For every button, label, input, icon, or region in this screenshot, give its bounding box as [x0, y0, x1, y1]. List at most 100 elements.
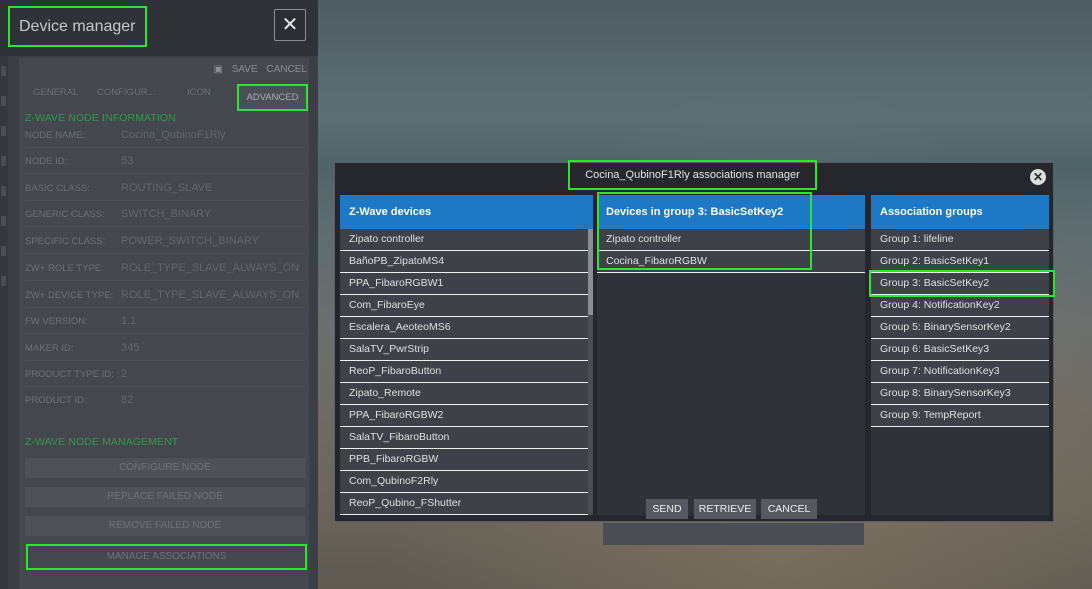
wrench-screwdriver-icon: ✕: [281, 14, 299, 36]
list-item[interactable]: BañoPB_ZipatoMS4: [340, 251, 588, 273]
nav-icon[interactable]: [1, 156, 6, 166]
list-item[interactable]: ReoP_FibaroButton: [340, 361, 588, 383]
list-item[interactable]: Group 5: BinarySensorKey2: [871, 317, 1049, 339]
info-row-basic-class: BASIC CLASS: ROUTING_SLAVE: [25, 179, 305, 199]
info-label: PRODUCT TYPE ID:: [25, 369, 114, 380]
retrieve-button[interactable]: RETRIEVE: [694, 499, 756, 519]
device-form: ▣ SAVE CANCEL GENERAL CONFIGUR... ICON A…: [19, 58, 309, 589]
divider: [25, 226, 305, 227]
zwave-devices-list: Z-Wave devices Zipato controller BañoPB_…: [340, 195, 593, 515]
scrollbar-thumb[interactable]: [588, 229, 593, 315]
list-item[interactable]: Zipato controller: [597, 229, 865, 251]
close-icon[interactable]: ✕: [1030, 169, 1046, 185]
configure-node-button[interactable]: CONFIGURE NODE: [25, 458, 305, 478]
info-row-device-type: ZW+ DEVICE TYPE: ROLE_TYPE_SLAVE_ALWAYS_…: [25, 286, 305, 306]
tab-general[interactable]: GENERAL: [33, 87, 78, 98]
association-groups-list: Association groups Group 1: lifeline Gro…: [871, 195, 1049, 515]
nav-icon[interactable]: [1, 96, 6, 106]
cancel-button[interactable]: CANCEL: [761, 499, 817, 519]
info-label: PRODUCT ID:: [25, 395, 87, 406]
list-item[interactable]: PPA_FibaroRGBW2: [340, 405, 588, 427]
nav-icon[interactable]: [1, 126, 6, 136]
info-row-specific-class: SPECIFIC CLASS: POWER_SWITCH_BINARY: [25, 232, 305, 252]
list-item[interactable]: Group 8: BinarySensorKey3: [871, 383, 1049, 405]
list-item[interactable]: Group 2: BasicSetKey1: [871, 251, 1049, 273]
divider: [25, 333, 305, 334]
info-label: NODE NAME:: [25, 130, 86, 141]
list-item[interactable]: PPB_FibaroRGBW: [340, 449, 588, 471]
info-value: ROLE_TYPE_SLAVE_ALWAYS_ON: [121, 262, 300, 274]
info-value: 2: [121, 368, 128, 380]
list-item[interactable]: Zipato controller: [340, 229, 588, 251]
page-title: Device manager: [8, 6, 147, 47]
divider: [25, 360, 305, 361]
info-value: SWITCH_BINARY: [121, 208, 212, 220]
info-row-role-type: ZW+ ROLE TYPE: ROLE_TYPE_SLAVE_ALWAYS_ON: [25, 259, 305, 279]
info-row-node-id: NODE ID: 53: [25, 152, 305, 172]
info-row-product-id: PRODUCT ID: 82: [25, 391, 305, 411]
info-value: 345: [121, 342, 140, 354]
list-item[interactable]: Escalera_AeoteoMS6: [340, 317, 588, 339]
tab-configuration[interactable]: CONFIGUR...: [97, 87, 156, 98]
send-button[interactable]: SEND: [646, 499, 688, 519]
floppy-disk-icon: ▣: [213, 64, 223, 75]
list-item[interactable]: Group 7: NotificationKey3: [871, 361, 1049, 383]
tab-icon[interactable]: ICON: [187, 87, 211, 98]
group-devices-header: Devices in group 3: BasicSetKey2: [597, 195, 865, 229]
list-item[interactable]: SalaTV_PwrStrip: [340, 339, 588, 361]
info-label: NODE ID:: [25, 156, 68, 167]
info-value: 82: [121, 394, 134, 406]
info-section-title: Z-WAVE NODE INFORMATION: [25, 112, 176, 124]
group-devices-panel: Devices in group 3: BasicSetKey2 Zipato …: [597, 195, 865, 545]
nav-icon[interactable]: [1, 186, 6, 196]
device-items: Zipato controller BañoPB_ZipatoMS4 PPA_F…: [340, 229, 588, 515]
list-item[interactable]: Group 1: lifeline: [871, 229, 1049, 251]
list-item[interactable]: SalaTV_FibaroButton: [340, 427, 588, 449]
info-row-generic-class: GENERIC CLASS: SWITCH_BINARY: [25, 205, 305, 225]
info-value[interactable]: Cocina_QubinoF1Rly: [121, 129, 226, 141]
manage-associations-button[interactable]: MANAGE ASSOCIATIONS: [26, 544, 307, 570]
info-row-fw-version: FW VERSION: 1.1: [25, 312, 305, 332]
associations-manager-dialog: Cocina_QubinoF1Rly associations manager …: [334, 160, 1055, 545]
info-value: 1.1: [121, 315, 137, 327]
form-actions: ▣ SAVE CANCEL: [201, 64, 307, 75]
info-row-node-name: NODE NAME: Cocina_QubinoF1Rly: [25, 126, 305, 146]
cancel-button[interactable]: CANCEL: [266, 64, 307, 75]
divider: [25, 173, 305, 174]
list-item[interactable]: Group 9: TempReport: [871, 405, 1049, 427]
replace-failed-node-button[interactable]: REPLACE FAILED NODE: [25, 487, 305, 507]
nav-icon[interactable]: [1, 216, 6, 226]
list-item[interactable]: ReoP_Qubino_FShutter: [340, 493, 588, 515]
tools-button[interactable]: ✕: [274, 9, 306, 41]
list-item[interactable]: Group 4: NotificationKey2: [871, 295, 1049, 317]
group-input-field[interactable]: [603, 523, 864, 545]
remove-failed-node-button[interactable]: REMOVE FAILED NODE: [25, 516, 305, 536]
info-value: 53: [121, 155, 134, 167]
info-label: GENERIC CLASS:: [25, 209, 105, 220]
list-item[interactable]: Cocina_FibaroRGBW: [597, 251, 865, 273]
divider: [25, 147, 305, 148]
list-item[interactable]: PPA_FibaroRGBW1: [340, 273, 588, 295]
list-item-selected[interactable]: Group 3: BasicSetKey2: [871, 273, 1049, 295]
nav-icon[interactable]: [1, 246, 6, 256]
info-label: FW VERSION:: [25, 316, 88, 327]
nav-icon[interactable]: [1, 66, 6, 76]
list-item[interactable]: Zipato_Remote: [340, 383, 588, 405]
nav-icon[interactable]: [1, 276, 6, 286]
list-item[interactable]: Com_QubinoF2Rly: [340, 471, 588, 493]
divider: [25, 200, 305, 201]
panel-header: Device manager ✕: [0, 0, 318, 56]
info-row-product-type-id: PRODUCT TYPE ID: 2: [25, 365, 305, 385]
mgmt-section-title: Z-WAVE NODE MANAGEMENT: [25, 436, 179, 448]
info-label: BASIC CLASS:: [25, 183, 90, 194]
divider: [25, 386, 305, 387]
divider: [25, 307, 305, 308]
tab-advanced[interactable]: ADVANCED: [237, 84, 308, 111]
list-item[interactable]: Com_FibaroEye: [340, 295, 588, 317]
association-groups-header: Association groups: [871, 195, 1049, 229]
save-button[interactable]: ▣ SAVE: [207, 64, 257, 75]
list-item[interactable]: Group 6: BasicSetKey3: [871, 339, 1049, 361]
devices-scrollbar[interactable]: [588, 229, 593, 515]
divider: [25, 280, 305, 281]
info-value: ROUTING_SLAVE: [121, 182, 213, 194]
